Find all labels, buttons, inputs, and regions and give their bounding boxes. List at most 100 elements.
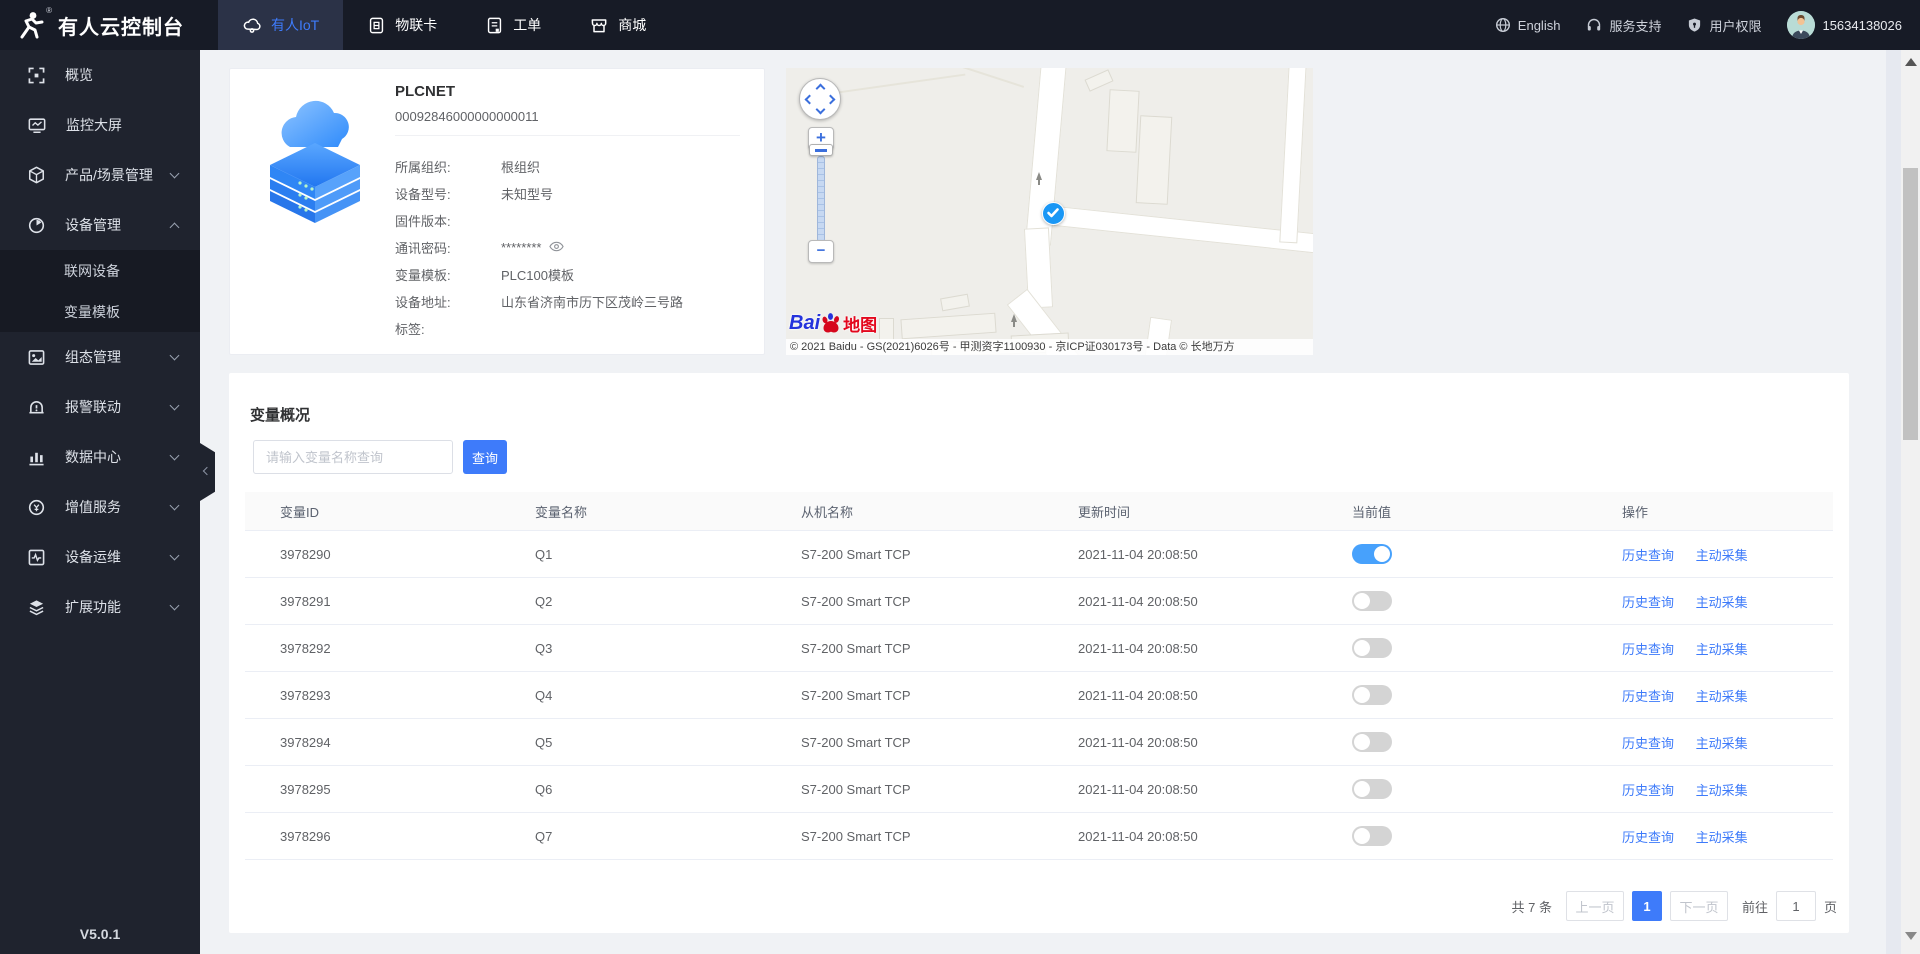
service-support[interactable]: 服务支持: [1586, 16, 1661, 35]
pagination: 共 7 条 上一页 1 下一页 前往 页: [1512, 891, 1837, 921]
prev-page-button[interactable]: 上一页: [1565, 891, 1624, 921]
sidebar-item-extensions[interactable]: 扩展功能: [0, 582, 200, 632]
value-toggle[interactable]: [1352, 544, 1392, 564]
device-info-card: PLCNET 00092846000000000011 所属组织: 根组织 设备…: [229, 68, 765, 355]
active-collect-link[interactable]: 主动采集: [1696, 830, 1748, 845]
device-field-tags: 标签:: [395, 322, 425, 337]
baidu-maps-logo: Bai 地图: [789, 308, 877, 338]
page-number-1[interactable]: 1: [1631, 891, 1662, 921]
table-row: 3978292 Q3 S7-200 Smart TCP 2021-11-04 2…: [245, 625, 1833, 672]
tab-mall[interactable]: 商城: [565, 0, 670, 50]
language-switch[interactable]: English: [1495, 17, 1560, 33]
value-toggle[interactable]: [1352, 732, 1392, 752]
user-account[interactable]: 15634138026: [1787, 11, 1902, 39]
headset-icon: [1588, 18, 1601, 31]
device-field-org: 所属组织: 根组织: [395, 160, 541, 175]
registered-mark: ®: [46, 6, 52, 15]
variables-panel: 变量概况 查询 变量ID 变量名称 从机名称 更新时间 当前值 操作 39782…: [229, 373, 1849, 933]
map-pan-control[interactable]: [799, 78, 841, 120]
app-root: ® 有人云控制台 有人IoT 物联卡 工单 商城 English 服务支持 用户…: [0, 0, 1920, 954]
map-zoom-slider[interactable]: [817, 156, 825, 242]
active-collect-link[interactable]: 主动采集: [1696, 689, 1748, 704]
device-field-template: 变量模板: PLC100模板: [395, 268, 574, 283]
chevron-down-icon: [169, 168, 180, 179]
variable-search-input[interactable]: [253, 440, 453, 474]
chevron-down-icon: [169, 600, 180, 611]
baidu-map[interactable]: + − Bai 地图 © 2021 Baidu - GS(2021)6026号 …: [786, 68, 1313, 355]
topbar: ® 有人云控制台 有人IoT 物联卡 工单 商城 English 服务支持 用户…: [0, 0, 1920, 50]
table-row: 3978295 Q6 S7-200 Smart TCP 2021-11-04 2…: [245, 766, 1833, 813]
page-unit-label: 页: [1823, 899, 1837, 915]
device-ops-icon: [28, 549, 45, 565]
scada-icon: [28, 349, 45, 365]
app-version: V5.0.1: [79, 926, 121, 942]
history-query-link[interactable]: 历史查询: [1622, 736, 1674, 751]
chevron-up-icon: [169, 222, 180, 232]
chevron-down-icon: [169, 550, 180, 561]
active-collect-link[interactable]: 主动采集: [1696, 595, 1748, 610]
baidu-paw-icon: [822, 313, 840, 333]
device-location-marker[interactable]: [1042, 202, 1065, 225]
active-collect-link[interactable]: 主动采集: [1696, 736, 1748, 751]
usr-running-man-logo-icon: ®: [16, 6, 52, 40]
value-toggle[interactable]: [1352, 779, 1392, 799]
history-query-link[interactable]: 历史查询: [1622, 548, 1674, 563]
chevron-down-icon: [169, 500, 180, 511]
table-row: 3978290 Q1 S7-200 Smart TCP 2021-11-04 2…: [245, 531, 1833, 578]
sidebar-item-product-scene[interactable]: 产品/场景管理: [0, 150, 200, 200]
sidebar-subitem-variable-templates[interactable]: 变量模板: [0, 291, 200, 332]
device-field-address: 设备地址: 山东省济南市历下区茂岭三号路: [395, 295, 684, 310]
table-row: 3978294 Q5 S7-200 Smart TCP 2021-11-04 2…: [245, 719, 1833, 766]
sidebar-item-big-screen[interactable]: 监控大屏: [0, 100, 200, 150]
avatar: [1787, 11, 1816, 39]
tab-work-order[interactable]: 工单: [461, 0, 565, 50]
history-query-link[interactable]: 历史查询: [1622, 783, 1674, 798]
vertical-scrollbar[interactable]: [1901, 50, 1920, 954]
sidebar-item-value-added[interactable]: 增值服务: [0, 482, 200, 532]
active-collect-link[interactable]: 主动采集: [1696, 783, 1748, 798]
table-row: 3978296 Q7 S7-200 Smart TCP 2021-11-04 2…: [245, 813, 1833, 860]
value-toggle[interactable]: [1352, 826, 1392, 846]
active-collect-link[interactable]: 主动采集: [1696, 642, 1748, 657]
search-button[interactable]: 查询: [463, 440, 507, 474]
globe-icon: [1495, 17, 1510, 33]
data-center-icon: [29, 452, 44, 465]
history-query-link[interactable]: 历史查询: [1622, 689, 1674, 704]
value-toggle[interactable]: [1352, 638, 1392, 658]
map-zoom-slider-thumb[interactable]: [809, 144, 833, 156]
variables-table: 变量ID 变量名称 从机名称 更新时间 当前值 操作 3978290 Q1 S7…: [245, 492, 1833, 860]
scroll-up-arrow-icon[interactable]: [1905, 58, 1917, 66]
active-collect-link[interactable]: 主动采集: [1696, 548, 1748, 563]
scrollbar-thumb[interactable]: [1903, 168, 1918, 440]
value-toggle[interactable]: [1352, 685, 1392, 705]
goto-page-input[interactable]: [1775, 891, 1816, 921]
show-password-eye-icon[interactable]: [549, 240, 565, 255]
map-zoom-out-button[interactable]: −: [808, 240, 834, 263]
tab-iot-card[interactable]: 物联卡: [343, 0, 461, 50]
content-edge-strip: [1886, 50, 1901, 954]
history-query-link[interactable]: 历史查询: [1622, 595, 1674, 610]
device-id: 00092846000000000011: [395, 109, 539, 124]
history-query-link[interactable]: 历史查询: [1622, 830, 1674, 845]
big-screen-icon: [28, 117, 46, 133]
table-header: 变量ID 变量名称 从机名称 更新时间 当前值 操作: [245, 492, 1833, 531]
device-management-submenu: 联网设备 变量模板: [0, 250, 200, 332]
sidebar-item-device-management[interactable]: 设备管理: [0, 200, 200, 250]
chevron-down-icon: [169, 450, 180, 461]
user-permissions[interactable]: 用户权限: [1687, 16, 1761, 35]
shield-icon: [1689, 18, 1701, 32]
app-title: 有人云控制台: [58, 16, 184, 39]
sidebar-item-device-ops[interactable]: 设备运维: [0, 532, 200, 582]
sidebar-collapse-handle[interactable]: [200, 443, 215, 501]
value-toggle[interactable]: [1352, 591, 1392, 611]
sidebar-item-overview[interactable]: 概览: [0, 50, 200, 100]
next-page-button[interactable]: 下一页: [1669, 891, 1728, 921]
history-query-link[interactable]: 历史查询: [1622, 642, 1674, 657]
scroll-down-arrow-icon[interactable]: [1905, 932, 1917, 940]
tab-usr-iot[interactable]: 有人IoT: [218, 0, 344, 50]
sidebar-item-scada[interactable]: 组态管理: [0, 332, 200, 382]
sidebar-item-alarm-linkage[interactable]: 报警联动: [0, 382, 200, 432]
sidebar-item-data-center[interactable]: 数据中心: [0, 432, 200, 482]
storefront-icon: [591, 19, 607, 33]
sidebar-subitem-connected-devices[interactable]: 联网设备: [0, 250, 200, 291]
